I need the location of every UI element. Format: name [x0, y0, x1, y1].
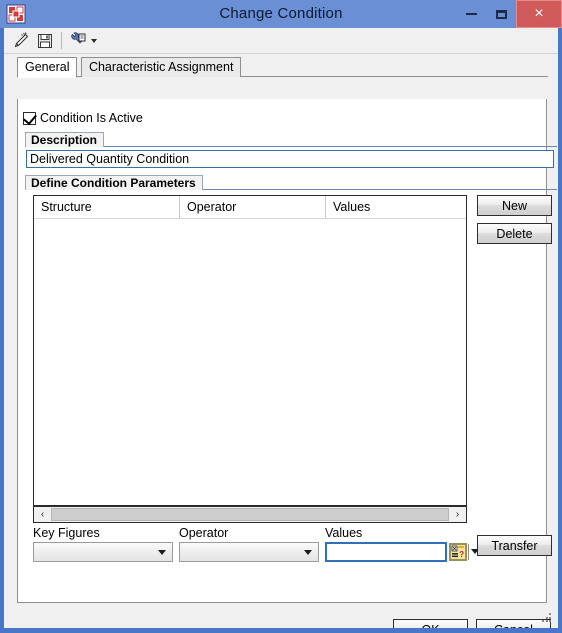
values-label: Values: [325, 526, 363, 540]
table-body[interactable]: [34, 219, 466, 485]
close-button[interactable]: ×: [516, 0, 562, 28]
window-bottom-frame: [3, 628, 559, 633]
delete-button[interactable]: Delete: [477, 223, 552, 244]
maximize-button[interactable]: [486, 0, 516, 28]
value-help-divider: [468, 544, 469, 560]
title-bar[interactable]: Change Condition ×: [0, 0, 562, 28]
toolbar-separator: [61, 32, 62, 49]
column-header-structure[interactable]: Structure: [34, 196, 180, 218]
save-floppy-icon[interactable]: [33, 30, 57, 52]
transfer-button[interactable]: Transfer: [477, 535, 552, 556]
tools-dropdown-caret-icon[interactable]: [91, 38, 97, 43]
parameters-group-title: Define Condition Parameters: [25, 175, 203, 190]
column-header-operator[interactable]: Operator: [180, 196, 326, 218]
chevron-down-icon: [158, 550, 166, 555]
tab-page-general: Condition Is Active Description Define C…: [17, 99, 557, 603]
description-group-line: [25, 146, 557, 147]
values-input[interactable]: [325, 542, 447, 562]
parameters-group: Define Condition Parameters Structure Op…: [25, 175, 557, 593]
new-button[interactable]: New: [477, 195, 552, 216]
scrollbar-track[interactable]: [51, 507, 449, 522]
checkmark-icon: [23, 110, 37, 125]
condition-active-label: Condition Is Active: [40, 111, 143, 125]
maximize-icon: [495, 9, 507, 19]
entry-form-labels: Key Figures Operator Values: [33, 526, 473, 542]
scroll-right-arrow-icon[interactable]: ›: [449, 507, 466, 522]
resize-grip[interactable]: [542, 613, 552, 623]
change-condition-dialog: Change Condition × General Characteristi…: [0, 0, 562, 633]
description-group-title: Description: [25, 132, 105, 147]
scroll-left-arrow-icon[interactable]: ‹: [34, 507, 51, 522]
description-input[interactable]: [26, 150, 554, 168]
key-figures-label: Key Figures: [33, 526, 100, 540]
toolbar: [4, 28, 558, 54]
client-area: General Characteristic Assignment Condit…: [3, 28, 559, 633]
key-figures-dropdown[interactable]: [33, 542, 173, 562]
scrollbar-thumb[interactable]: [51, 508, 449, 521]
entry-form-row: ?: [33, 542, 479, 562]
condition-parameters-table[interactable]: Structure Operator Values: [33, 195, 467, 506]
operator-dropdown[interactable]: [179, 542, 319, 562]
condition-active-row[interactable]: Condition Is Active: [23, 110, 143, 125]
window-controls: ×: [456, 0, 562, 28]
tab-general[interactable]: General: [17, 57, 78, 78]
minimize-icon: [465, 13, 477, 15]
chevron-down-icon: [304, 550, 312, 555]
tab-strip: General Characteristic Assignment: [4, 57, 558, 78]
edit-pencil-icon[interactable]: [9, 30, 33, 52]
svg-text:?: ?: [459, 550, 464, 559]
column-header-values[interactable]: Values: [326, 196, 466, 218]
tab-characteristic-assignment[interactable]: Characteristic Assignment: [80, 57, 242, 77]
minimize-button[interactable]: [456, 0, 486, 28]
table-horizontal-scrollbar[interactable]: ‹ ›: [33, 506, 467, 523]
tools-wrench-icon[interactable]: [66, 30, 90, 52]
operator-label: Operator: [179, 526, 229, 540]
condition-active-checkbox[interactable]: [23, 110, 37, 125]
description-group: Description: [25, 132, 557, 168]
table-header-row: Structure Operator Values: [34, 196, 466, 219]
value-help-icon[interactable]: ?: [449, 543, 467, 561]
